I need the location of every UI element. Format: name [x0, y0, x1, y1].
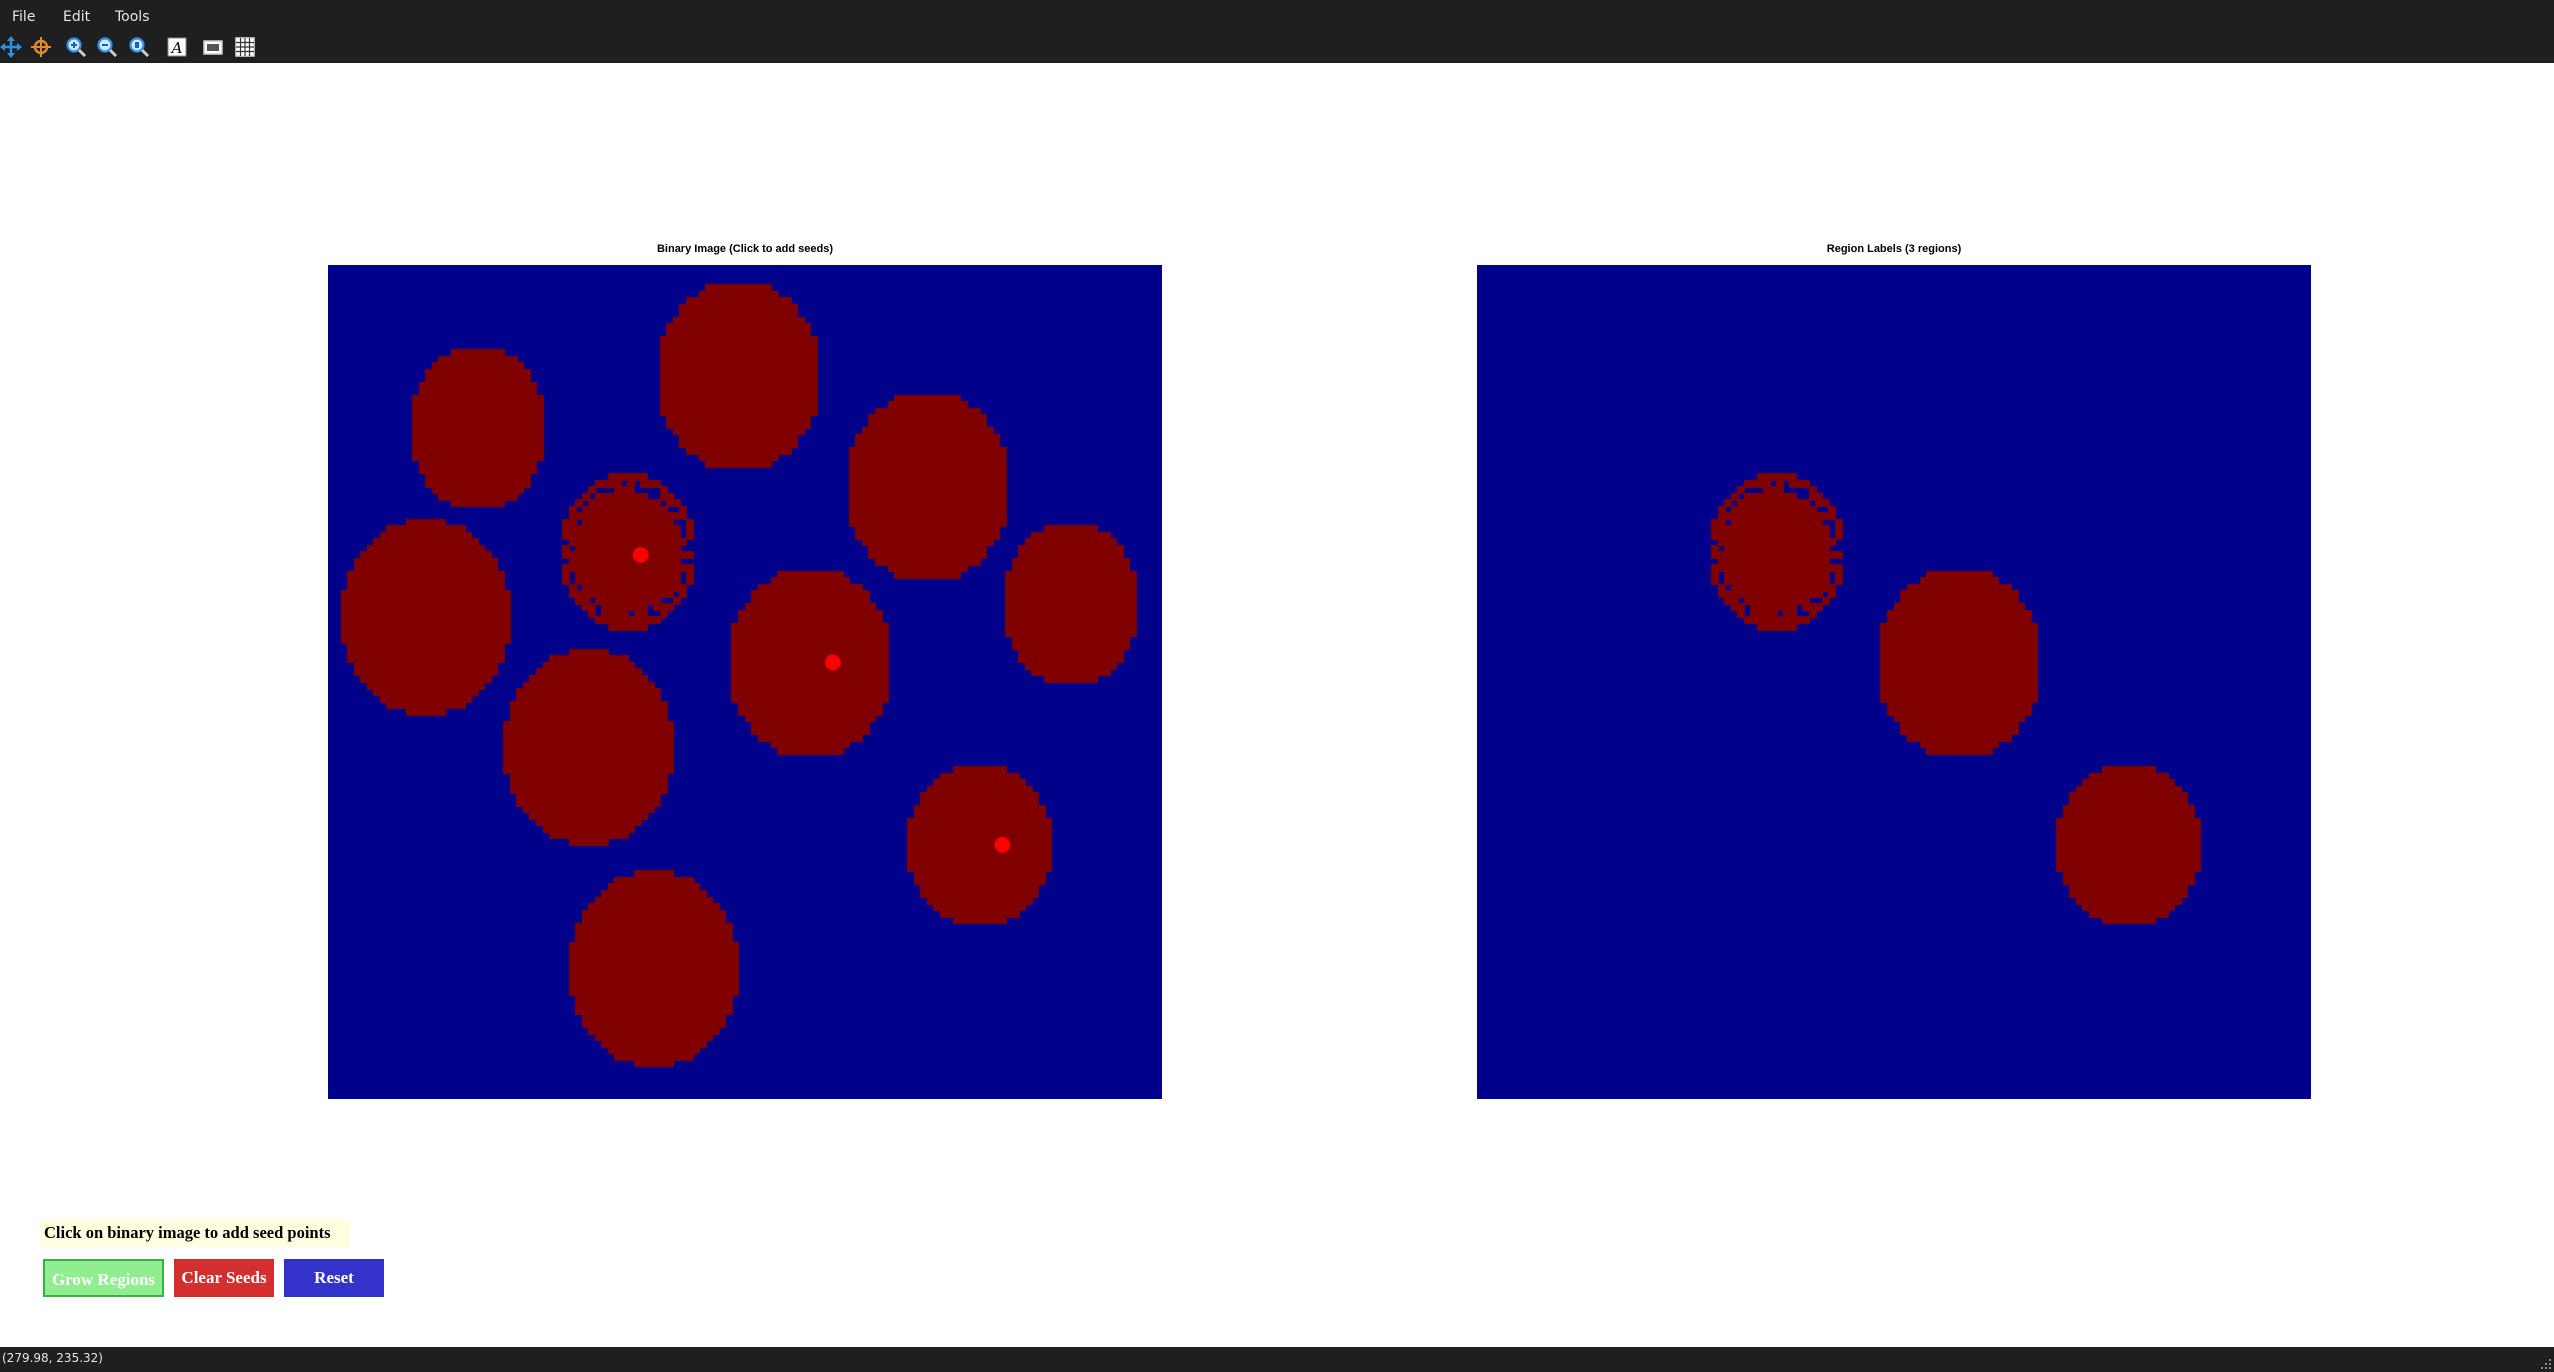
menu-file[interactable]: File	[12, 6, 35, 28]
menu-tools[interactable]: Tools	[115, 6, 150, 28]
menu-edit[interactable]: Edit	[63, 6, 90, 28]
binary-image-plot[interactable]	[328, 265, 1162, 1099]
pan-icon[interactable]	[0, 34, 24, 60]
zoom-in-icon[interactable]	[63, 34, 89, 60]
right-plot-title: Region Labels (3 regions)	[1826, 243, 1962, 255]
rotate-icon[interactable]	[28, 34, 54, 60]
reset-button[interactable]: Reset	[284, 1259, 384, 1297]
clear-seeds-button[interactable]: Clear Seeds	[174, 1259, 274, 1297]
status-bar: (279.98, 235.32)	[0, 1347, 2554, 1372]
svg-text:A: A	[170, 39, 183, 57]
cursor-coordinates: (279.98, 235.32)	[2, 1351, 103, 1365]
zoom-reset-icon[interactable]	[126, 34, 152, 60]
text-icon[interactable]: A	[164, 34, 190, 60]
resize-grip-icon[interactable]	[2540, 1358, 2552, 1370]
left-plot-title: Binary Image (Click to add seeds)	[656, 243, 834, 255]
zoom-out-icon[interactable]	[94, 34, 120, 60]
region-labels-plot[interactable]	[1477, 265, 2311, 1099]
grid-icon[interactable]	[232, 34, 258, 60]
instruction-hint: Click on binary image to add seed points	[40, 1219, 350, 1247]
screenshot-icon[interactable]	[200, 34, 226, 60]
menu-bar: File Edit Tools A	[0, 0, 2554, 63]
grow-regions-button[interactable]: Grow Regions	[43, 1259, 164, 1297]
